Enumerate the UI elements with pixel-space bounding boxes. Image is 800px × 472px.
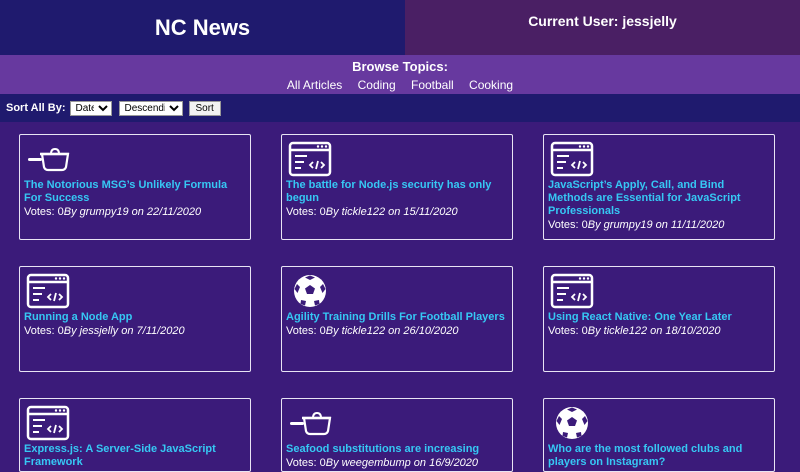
article-meta: Votes: 0By jessjelly on 7/11/2020 (24, 324, 246, 338)
article-votes: Votes: 0 (548, 219, 588, 231)
article-title[interactable]: JavaScript’s Apply, Call, and Bind Metho… (548, 179, 770, 218)
app-header: NC News Current User: jessjelly (0, 0, 800, 55)
sort-label: Sort All By: (6, 102, 66, 114)
topic-link-football[interactable]: Football (411, 78, 454, 92)
current-user-label: Current User: jessjelly (405, 0, 800, 55)
article-byline: By tickle122 on 26/10/2020 (325, 325, 459, 337)
code-window-icon (26, 273, 70, 309)
code-window-icon (288, 141, 332, 177)
article-meta: Votes: 0By tickle122 on 26/10/2020 (286, 324, 508, 338)
article-meta: Votes: 0By grumpy19 on 11/11/2020 (548, 218, 770, 232)
topic-link-coding[interactable]: Coding (358, 78, 396, 92)
article-title[interactable]: The Notorious MSG’s Unlikely Formula For… (24, 179, 246, 205)
article-byline: By grumpy19 on 22/11/2020 (63, 206, 202, 218)
article-title[interactable]: Who are the most followed clubs and play… (548, 443, 770, 469)
article-votes: Votes: 0 (548, 325, 588, 337)
code-window-icon (550, 141, 594, 177)
sort-button[interactable]: Sort (188, 100, 221, 116)
article-votes: Votes: 0 (286, 457, 326, 469)
article-votes: Votes: 0 (24, 325, 64, 337)
football-icon (550, 405, 594, 441)
article-byline: By weegembump on 16/9/2020 (325, 457, 479, 469)
article-card[interactable]: Seafood substitutions are increasing Vot… (281, 398, 513, 472)
article-votes: Votes: 0 (24, 206, 64, 218)
cooking-pan-icon (288, 405, 332, 441)
article-meta: Votes: 0By tickle122 on 18/10/2020 (548, 324, 770, 338)
code-window-icon (26, 405, 70, 441)
article-title[interactable]: The battle for Node.js security has only… (286, 179, 508, 205)
topics-bar: Browse Topics: All Articles Coding Footb… (0, 55, 800, 94)
topics-heading: Browse Topics: (352, 59, 448, 74)
topic-links: All Articles Coding Football Cooking (0, 76, 800, 94)
article-card[interactable]: The battle for Node.js security has only… (281, 134, 513, 240)
article-title[interactable]: Express.js: A Server-Side JavaScript Fra… (24, 443, 246, 469)
article-byline: By tickle122 on 18/10/2020 (587, 325, 721, 337)
article-card[interactable]: Who are the most followed clubs and play… (543, 398, 775, 472)
article-title[interactable]: Running a Node App (24, 311, 246, 324)
article-meta: Votes: 0By weegembump on 16/9/2020 (286, 456, 508, 470)
article-title[interactable]: Agility Training Drills For Football Pla… (286, 311, 508, 324)
code-window-icon (550, 273, 594, 309)
topic-link-all-articles[interactable]: All Articles (287, 78, 342, 92)
article-byline: By tickle122 on 15/11/2020 (325, 206, 458, 218)
article-card[interactable]: Express.js: A Server-Side JavaScript Fra… (19, 398, 251, 472)
sort-field-select[interactable]: Date (69, 100, 112, 116)
topic-link-cooking[interactable]: Cooking (469, 78, 513, 92)
article-card[interactable]: Using React Native: One Year Later Votes… (543, 266, 775, 372)
sort-bar: Sort All By: Date Descending Sort (0, 94, 800, 122)
article-card[interactable]: The Notorious MSG’s Unlikely Formula For… (19, 134, 251, 240)
article-meta: Votes: 0By tickle122 on 15/11/2020 (286, 205, 508, 219)
article-byline: By jessjelly on 7/11/2020 (63, 325, 185, 337)
app-title[interactable]: NC News (0, 0, 405, 55)
sort-order-select[interactable]: Descending (118, 100, 183, 116)
cooking-pan-icon (26, 141, 70, 177)
article-meta: Votes: 0By grumpy19 on 22/11/2020 (24, 205, 246, 219)
article-title[interactable]: Seafood substitutions are increasing (286, 443, 508, 456)
article-card[interactable]: JavaScript’s Apply, Call, and Bind Metho… (543, 134, 775, 240)
article-card[interactable]: Running a Node App Votes: 0By jessjelly … (19, 266, 251, 372)
football-icon (288, 273, 332, 309)
article-votes: Votes: 0 (286, 206, 326, 218)
article-votes: Votes: 0 (286, 325, 326, 337)
article-card[interactable]: Agility Training Drills For Football Pla… (281, 266, 513, 372)
article-title[interactable]: Using React Native: One Year Later (548, 311, 770, 324)
article-byline: By grumpy19 on 11/11/2020 (587, 219, 725, 231)
